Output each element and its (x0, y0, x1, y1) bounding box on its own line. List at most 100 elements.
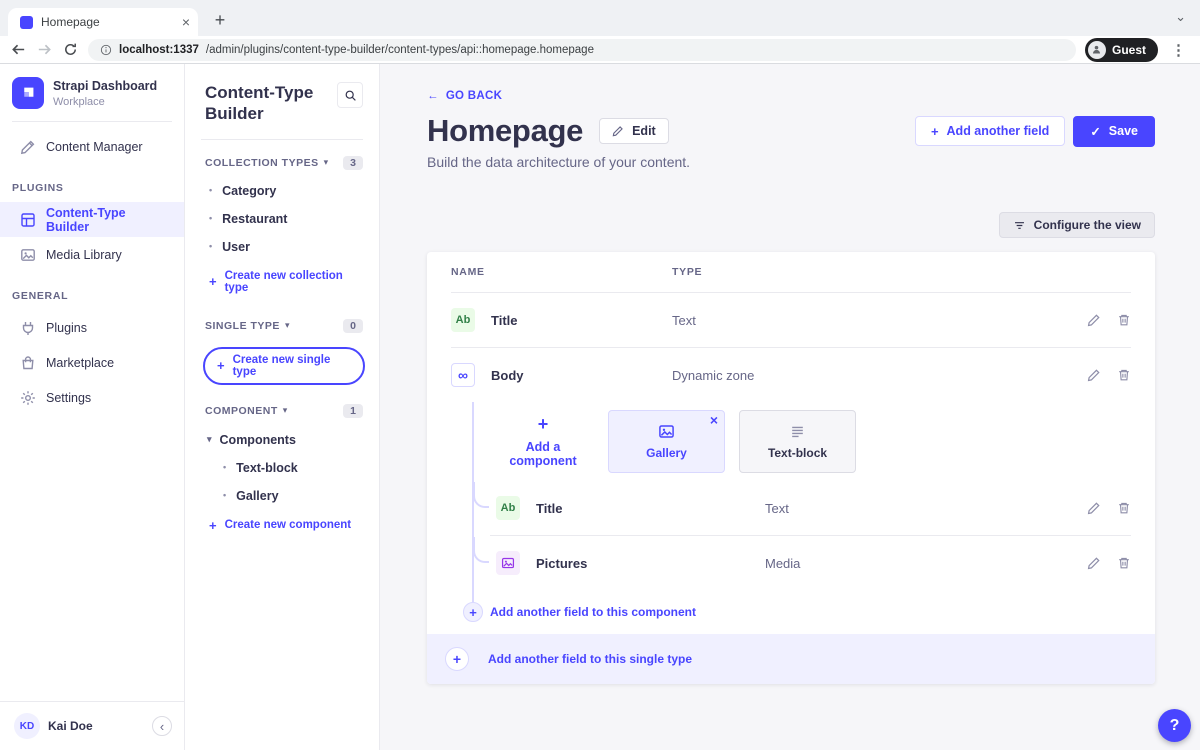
brand-title: Strapi Dashboard (53, 78, 158, 93)
edit-field-button[interactable] (1087, 313, 1101, 327)
create-link-label: Create new component (224, 519, 352, 531)
group-component[interactable]: COMPONENT ▾ 1 (185, 388, 379, 425)
field-type: Text (765, 500, 789, 516)
sidebar-item-content-type-builder[interactable]: Content-Type Builder (0, 202, 184, 237)
pencil-icon (1087, 502, 1100, 515)
component-card-gallery[interactable]: × Gallery (608, 410, 725, 473)
sidebar-item-content-manager[interactable]: Content Manager (0, 129, 184, 164)
save-button[interactable]: ✓ Save (1073, 115, 1155, 147)
delete-field-button[interactable] (1117, 313, 1131, 327)
add-field-to-single-type-label: Add another field to this single type (488, 652, 693, 666)
ctb-subnav: Content-Type Builder COLLECTION TYPES ▾ … (185, 64, 380, 750)
bullet-icon: • (223, 490, 227, 500)
url-host: localhost:1337 (119, 43, 199, 56)
group-collection-types[interactable]: COLLECTION TYPES ▾ 3 (185, 140, 379, 177)
strapi-favicon-icon (20, 15, 33, 29)
sidebar-item-marketplace[interactable]: Marketplace (0, 345, 184, 380)
add-field-to-component-button[interactable]: + Add another field to this component (427, 590, 1155, 634)
table-row-body: ∞ Body Dynamic zone (427, 348, 1155, 402)
trash-icon (1119, 369, 1129, 381)
field-name: Body (491, 367, 524, 383)
create-collection-type-link[interactable]: + Create new collection type (185, 261, 379, 303)
search-button[interactable] (337, 82, 363, 108)
delete-field-button[interactable] (1117, 501, 1131, 515)
sidebar-item-media-library[interactable]: Media Library (0, 237, 184, 272)
plus-icon: + (217, 358, 225, 373)
brand[interactable]: Strapi Dashboard Workplace (0, 64, 184, 121)
sidebar-item-label: Plugins (46, 320, 87, 335)
create-component-link[interactable]: + Create new component (185, 510, 379, 541)
go-back-link[interactable]: ← GO BACK (427, 90, 502, 102)
go-back-label: GO BACK (445, 90, 503, 102)
remove-component-icon[interactable]: × (710, 412, 718, 428)
sidebar-item-plugins[interactable]: Plugins (0, 310, 184, 345)
subnav-item-category[interactable]: • Category (185, 177, 379, 205)
user-avatar[interactable]: KD (14, 713, 40, 739)
browser-tab[interactable]: Homepage × (8, 8, 198, 36)
browser-reload-icon[interactable] (62, 41, 79, 58)
brand-subtitle: Workplace (53, 95, 105, 108)
component-card-text-block[interactable]: Text-block (739, 410, 856, 473)
search-icon (345, 90, 356, 101)
plus-icon: + (209, 274, 217, 289)
plus-icon: + (209, 517, 217, 533)
table-row-title: Ab Title Text (427, 293, 1155, 347)
main-content: ← GO BACK Homepage Edit + Add another fi… (380, 64, 1200, 750)
column-header-type: TYPE (672, 266, 703, 278)
site-info-icon[interactable] (100, 44, 112, 56)
back-arrow-icon: ← (427, 90, 439, 102)
edit-button-label: Edit (632, 124, 656, 138)
bullet-icon: • (223, 462, 227, 472)
add-field-to-single-type-button[interactable]: + Add another field to this single type (427, 634, 1155, 684)
browser-chrome: Homepage × + ⌄ localhost:1337/admin/plug… (0, 0, 1200, 64)
browser-menu-icon[interactable]: ⋮ (1167, 41, 1190, 59)
strapi-logo-icon (12, 77, 44, 109)
pencil-icon (1087, 369, 1100, 382)
text-field-icon: Ab (496, 496, 520, 520)
edit-button[interactable]: Edit (599, 118, 669, 144)
subnav-group-components[interactable]: ▾ Components (185, 425, 379, 454)
sidebar-item-settings[interactable]: Settings (0, 380, 184, 415)
help-button[interactable]: ? (1158, 709, 1191, 742)
subnav-item-gallery[interactable]: • Gallery (185, 482, 379, 510)
subnav-item-label: Text-block (236, 460, 298, 475)
trash-icon (1119, 314, 1129, 326)
dz-connector (473, 537, 489, 563)
group-single-type[interactable]: SINGLE TYPE ▾ 0 (185, 303, 379, 340)
dz-row-title: Ab Title Text (490, 481, 1131, 535)
sidebar-collapse-button[interactable]: ‹ (152, 716, 172, 736)
delete-field-button[interactable] (1117, 556, 1131, 570)
add-component-label: Add a component (509, 440, 577, 468)
subnav-item-text-block[interactable]: • Text-block (185, 454, 379, 482)
url-bar[interactable]: localhost:1337/admin/plugins/content-typ… (88, 38, 1076, 61)
browser-back-icon[interactable] (10, 41, 27, 58)
tab-list-chevron-icon[interactable]: ⌄ (1175, 9, 1186, 25)
avatar-icon (1087, 40, 1106, 59)
edit-field-button[interactable] (1087, 368, 1101, 382)
tab-close-icon[interactable]: × (182, 15, 190, 29)
create-link-label: Create new single type (232, 353, 331, 378)
subnav-item-user[interactable]: • User (185, 233, 379, 261)
layout-icon (21, 212, 35, 227)
edit-field-button[interactable] (1087, 556, 1101, 570)
bullet-icon: • (209, 213, 213, 223)
new-tab-button[interactable]: + (208, 8, 232, 32)
filter-lines-icon (1014, 221, 1024, 229)
sidebar-item-label: Settings (46, 390, 92, 405)
create-single-type-link[interactable]: + Create new single type (203, 346, 365, 385)
tab-strip: Homepage × + ⌄ (0, 0, 1200, 36)
subnav-item-restaurant[interactable]: • Restaurant (185, 205, 379, 233)
configure-view-button[interactable]: Configure the view (998, 212, 1155, 238)
group-label: SINGLE TYPE (205, 319, 280, 332)
delete-field-button[interactable] (1117, 368, 1131, 382)
bullet-icon: • (209, 185, 213, 195)
edit-field-button[interactable] (1087, 501, 1101, 515)
user-name: Kai Doe (48, 719, 93, 733)
field-type: Text (672, 312, 696, 328)
add-component-button[interactable]: + Add a component (492, 410, 594, 473)
field-name: Title (536, 500, 563, 516)
browser-forward-icon[interactable] (36, 41, 53, 58)
add-another-field-button[interactable]: + Add another field (914, 116, 1066, 146)
profile-button[interactable]: Guest (1084, 37, 1158, 62)
trash-icon (1119, 557, 1129, 569)
